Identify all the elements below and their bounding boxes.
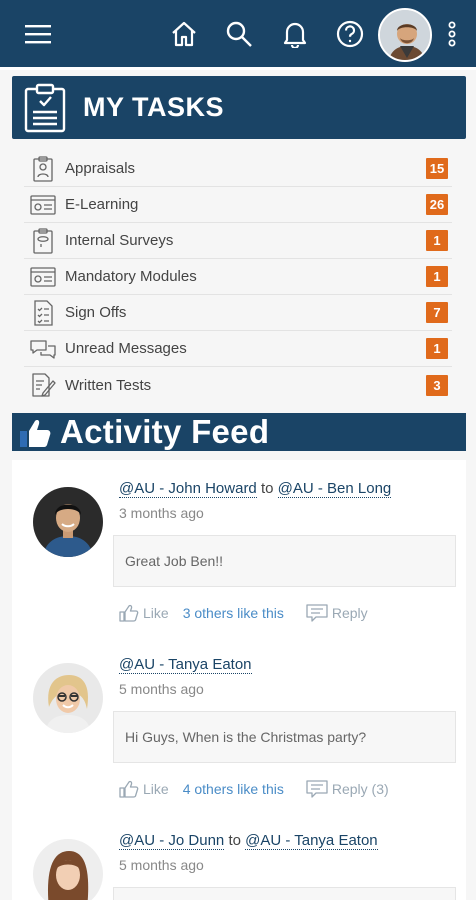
like-button[interactable]: Like bbox=[119, 780, 169, 798]
elearning-icon bbox=[28, 190, 58, 220]
post-avatar[interactable] bbox=[33, 663, 103, 733]
task-label: Internal Surveys bbox=[65, 232, 174, 249]
post-header: @AU - John Howard to @AU - Ben Long bbox=[119, 480, 392, 498]
chat-icon bbox=[28, 334, 58, 364]
reply-button[interactable]: Reply (3) bbox=[306, 780, 389, 798]
home-icon[interactable] bbox=[168, 16, 200, 52]
post-time: 5 months ago bbox=[119, 857, 204, 873]
task-item-unread-messages[interactable]: Unread Messages 1 bbox=[24, 331, 452, 367]
connector-text: to bbox=[260, 480, 274, 497]
vertical-dots-icon[interactable] bbox=[437, 16, 467, 52]
author-link[interactable]: @AU - John Howard bbox=[119, 480, 257, 498]
connector-text: to bbox=[228, 832, 241, 849]
hamburger-menu-icon[interactable] bbox=[22, 16, 54, 52]
survey-icon bbox=[28, 226, 58, 256]
likes-count-link[interactable]: 3 others like this bbox=[183, 605, 284, 621]
my-tasks-header: MY TASKS bbox=[12, 76, 466, 139]
top-app-bar bbox=[0, 0, 476, 70]
module-icon bbox=[28, 262, 58, 292]
bell-icon[interactable] bbox=[279, 16, 311, 52]
activity-feed: @AU - John Howard to @AU - Ben Long 3 mo… bbox=[12, 460, 466, 900]
task-count-badge: 1 bbox=[426, 266, 448, 287]
task-count-badge: 1 bbox=[426, 338, 448, 359]
target-link[interactable]: @AU - Tanya Eaton bbox=[245, 832, 378, 850]
thumbs-up-icon bbox=[18, 417, 52, 454]
task-item-mandatory-modules[interactable]: Mandatory Modules 1 bbox=[24, 259, 452, 295]
task-count-badge: 15 bbox=[426, 158, 448, 179]
task-item-appraisals[interactable]: Appraisals 15 bbox=[24, 151, 452, 187]
post-actions: Like 4 others like this Reply (3) bbox=[119, 778, 389, 800]
search-icon[interactable] bbox=[223, 16, 255, 52]
help-icon[interactable] bbox=[334, 16, 366, 52]
post-actions: Like 3 others like this Reply bbox=[119, 602, 368, 624]
like-label: Like bbox=[143, 605, 169, 621]
task-label: Sign Offs bbox=[65, 304, 127, 321]
post-avatar[interactable] bbox=[33, 839, 103, 900]
task-label: Unread Messages bbox=[65, 340, 187, 357]
post-message: Great Job Ben!! bbox=[113, 535, 456, 587]
post-header: @AU - Jo Dunn to @AU - Tanya Eaton bbox=[119, 832, 378, 850]
post-time: 5 months ago bbox=[119, 681, 204, 697]
reply-label: Reply (3) bbox=[331, 781, 389, 797]
likes-count-link[interactable]: 4 others like this bbox=[183, 781, 284, 797]
like-button[interactable]: Like bbox=[119, 604, 169, 622]
checklist-icon bbox=[28, 298, 58, 328]
task-label: Written Tests bbox=[65, 376, 152, 394]
reply-button[interactable]: Reply bbox=[306, 604, 368, 622]
like-label: Like bbox=[143, 781, 169, 797]
post-header: @AU - Tanya Eaton bbox=[119, 656, 252, 674]
author-link[interactable]: @AU - Tanya Eaton bbox=[119, 656, 252, 674]
activity-feed-title: Activity Feed bbox=[60, 413, 270, 450]
task-item-sign-offs[interactable]: Sign Offs 7 bbox=[24, 295, 452, 331]
post-message bbox=[113, 887, 456, 900]
pencil-doc-icon bbox=[28, 370, 58, 400]
task-label: Appraisals bbox=[65, 160, 136, 177]
task-item-elearning[interactable]: E-Learning 26 bbox=[24, 187, 452, 223]
task-count-badge: 3 bbox=[426, 374, 448, 396]
post-avatar[interactable] bbox=[33, 487, 103, 557]
task-count-badge: 26 bbox=[426, 194, 448, 215]
task-count-badge: 7 bbox=[426, 302, 448, 323]
post-time: 3 months ago bbox=[119, 505, 204, 521]
task-item-internal-surveys[interactable]: Internal Surveys 1 bbox=[24, 223, 452, 259]
target-link[interactable]: @AU - Ben Long bbox=[277, 480, 392, 498]
activity-feed-header: Activity Feed bbox=[12, 413, 466, 451]
clipboard-icon bbox=[23, 83, 67, 138]
task-label: Mandatory Modules bbox=[65, 268, 197, 285]
task-item-written-tests[interactable]: Written Tests 3 bbox=[24, 367, 452, 403]
appraisal-icon bbox=[28, 154, 58, 184]
author-link[interactable]: @AU - Jo Dunn bbox=[119, 832, 225, 850]
user-avatar[interactable] bbox=[378, 8, 432, 62]
reply-label: Reply bbox=[331, 605, 368, 621]
task-list: Appraisals 15 E-Learning 26 Internal Sur… bbox=[24, 151, 452, 403]
task-count-badge: 1 bbox=[426, 230, 448, 251]
post-message: Hi Guys, When is the Christmas party? bbox=[113, 711, 456, 763]
task-label: E-Learning bbox=[65, 196, 139, 213]
tasks-title: MY TASKS bbox=[83, 92, 225, 122]
